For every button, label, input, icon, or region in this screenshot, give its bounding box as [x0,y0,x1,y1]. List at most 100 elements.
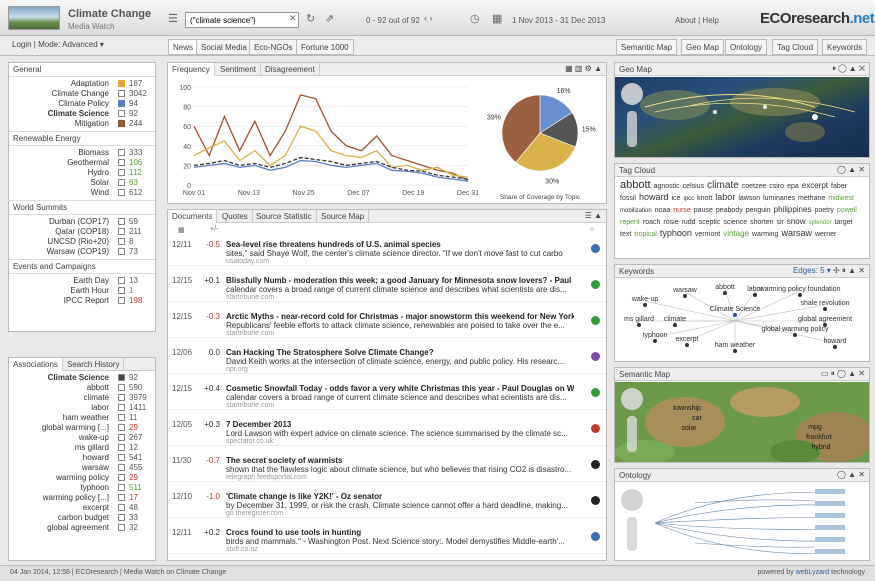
association-row[interactable]: wake-up 267 [9,433,155,443]
keyword-label[interactable]: global warming policy [762,326,829,333]
tag-cloud-term[interactable]: penguin [746,206,771,216]
document-row[interactable]: 12/11 +0.2 Crocs found to use tools in hun… [168,526,606,554]
clear-icon[interactable]: ✕ [289,13,297,24]
tab-search-history[interactable]: Search History [63,358,125,371]
document-source[interactable]: npr.org [226,366,248,373]
tag-cloud-term[interactable]: warsaw [781,228,812,238]
chart-controls-icon[interactable]: ▦ ▥ ⚙ ▲ [565,64,602,73]
keyword-label[interactable]: ms gillard [624,316,654,323]
document-title[interactable]: Arctic Myths - near-record cold for Chri… [226,312,574,321]
summit-filter-row[interactable]: UNCSD (Rio+20) 8 [9,237,155,247]
document-title[interactable]: Blissfully Numb - moderation this week; … [226,276,574,285]
checkbox[interactable] [118,424,125,431]
tab-ontology[interactable]: Ontology [725,39,768,55]
checkbox[interactable] [118,524,125,531]
keyword-node[interactable] [685,343,689,347]
energy-filter-row[interactable]: Geothermal 106 [9,158,155,168]
tab-frequency[interactable]: Frequency [168,63,215,76]
association-row[interactable]: labor 1411 [9,403,155,413]
document-row[interactable]: 12/11 -0.5 Sea-level rise threatens hundre… [168,238,606,266]
document-title[interactable]: The secret society of warmists [226,456,574,465]
tag-cloud-term[interactable]: pause [694,206,713,216]
tab-tag-cloud[interactable]: Tag Cloud [772,39,819,55]
tag-cloud-term[interactable]: labor [715,192,735,202]
tag-cloud-term[interactable]: luminaries [763,194,795,204]
search-input[interactable] [185,12,299,28]
tag-cloud-term[interactable]: roach [643,218,661,228]
keyword-node[interactable] [798,293,802,297]
document-row[interactable]: 12/05 +0.3 7 December 2013 Lord Lawson with… [168,418,606,446]
checkbox[interactable] [118,90,125,97]
checkbox[interactable] [118,297,125,304]
document-row[interactable]: 12/15 -0.3 Arctic Myths - near-record cold… [168,310,606,338]
tag-cloud-term[interactable]: abbott [620,180,651,191]
semantic-map[interactable]: township car solar mpg frankfurt hybrid [615,382,869,462]
tag-cloud-term[interactable]: howard [639,192,669,202]
panel-controls-icon[interactable]: ▭ ⏸ ◯ ▲ ✕ [821,369,865,379]
checkbox[interactable] [118,277,125,284]
general-filter-row[interactable]: Climate Science 92 [9,109,155,119]
document-title[interactable]: Crocs found to use tools in hunting [226,528,574,537]
tab-quotes[interactable]: Quotes [218,210,253,223]
checkbox[interactable] [118,444,125,451]
keyword-node[interactable] [793,333,797,337]
share-icon[interactable]: ⇗ [325,12,334,25]
tag-cloud-term[interactable]: nurse [673,206,691,216]
document-row[interactable]: 11/30 -0.7 The secret society of warmists s… [168,454,606,482]
association-row[interactable]: warming policy [...] 17 [9,493,155,503]
energy-filter-row[interactable]: Solar 63 [9,178,155,188]
checkbox[interactable] [118,454,125,461]
calendar-icon[interactable]: ▦ [492,12,502,25]
date-range[interactable]: 1 Nov 2013 - 31 Dec 2013 [512,16,605,25]
association-row[interactable]: climate 3979 [9,393,155,403]
checkbox[interactable] [118,169,125,176]
zoom-slider[interactable] [627,416,637,452]
tag-cloud-term[interactable]: mobilization [620,206,652,216]
document-title[interactable]: 'Climate change is like Y2K!' - Oz senat… [226,492,574,501]
checkbox[interactable] [118,189,125,196]
checkbox[interactable] [118,434,125,441]
footer-credit-brand[interactable]: webLyzard [796,569,830,576]
tab-sentiment[interactable]: Sentiment [216,63,262,76]
tag-cloud-term[interactable]: midwest [828,194,854,204]
pan-control[interactable] [621,388,643,410]
world-map[interactable] [615,77,869,157]
tag-cloud-term[interactable]: tropical [634,230,657,240]
about-help-links[interactable]: About | Help [675,16,719,25]
panel-controls-icon[interactable]: ◯ ▲ ✕ [837,165,865,174]
pan-control[interactable] [621,489,643,511]
tag-cloud-term[interactable]: text [620,230,631,240]
filter-icon[interactable]: ☰ [168,12,178,25]
tag-cloud-term[interactable]: rosie [663,218,678,228]
tag-cloud-term[interactable]: ice [671,194,680,204]
tag-cloud-term[interactable]: peabody [716,206,743,216]
keyword-node[interactable] [683,294,687,298]
keyword-label[interactable]: Climate Science [710,306,761,313]
keyword-node[interactable] [673,323,677,327]
tab-semantic-map[interactable]: Semantic Map [616,39,678,55]
tag-cloud-term[interactable]: knott [697,194,712,204]
tag-cloud-term[interactable]: sceptic [699,218,721,228]
tag-cloud-term[interactable]: fossil [620,194,636,204]
zoom-slider[interactable] [627,111,637,147]
general-filter-row[interactable]: Mitigation 244 [9,119,155,129]
checkbox[interactable] [118,100,125,107]
summit-filter-row[interactable]: Durban (COP17) 59 [9,217,155,227]
document-source[interactable]: usatoday.com [226,258,269,265]
tag-cloud-term[interactable]: werner [815,230,836,240]
tab-geo-map[interactable]: Geo Map [681,39,724,55]
tag-cloud-term[interactable]: poetry [814,206,833,216]
checkbox[interactable] [118,504,125,511]
tag-cloud-term[interactable]: powell [837,206,857,216]
pan-control[interactable] [621,83,643,105]
tag-cloud-term[interactable]: methane [798,194,825,204]
event-filter-row[interactable]: IPCC Report 198 [9,296,155,306]
checkbox[interactable] [118,494,125,501]
document-title[interactable]: Sea-level rise threatens hundreds of U.S… [226,240,574,249]
association-row[interactable]: typhoon 511 [9,483,155,493]
tag-cloud-term[interactable]: faber [831,182,847,192]
document-row[interactable]: 12/15 +0.1 Blissfully Numb - moderation th… [168,274,606,302]
document-title[interactable]: Can Hacking The Stratosphere Solve Clima… [226,348,574,357]
tag-cloud-term[interactable]: ipcc [683,194,694,204]
tab-associations[interactable]: Associations [9,358,63,371]
